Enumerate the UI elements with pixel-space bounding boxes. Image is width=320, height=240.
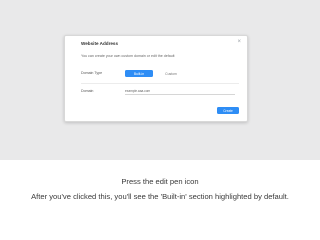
domain-input[interactable] bbox=[125, 88, 235, 95]
dialog-instruction: You can create your own custom domain or… bbox=[81, 54, 175, 58]
website-address-dialog: Website Address × You can create your ow… bbox=[64, 35, 248, 122]
built-in-button[interactable]: Built-in bbox=[125, 70, 153, 77]
caption-body: After you've clicked this, you'll see th… bbox=[31, 192, 289, 201]
close-icon[interactable]: × bbox=[237, 39, 241, 45]
screenshot-backdrop: Website Address × You can create your ow… bbox=[0, 0, 320, 160]
domain-label: Domain bbox=[81, 89, 94, 93]
caption-title: Press the edit pen icon bbox=[121, 177, 199, 186]
create-button[interactable]: Create bbox=[217, 107, 239, 114]
custom-button[interactable]: Custom bbox=[157, 70, 185, 77]
divider bbox=[81, 83, 239, 84]
domain-type-label: Domain Type bbox=[81, 71, 103, 75]
dialog-title: Website Address bbox=[81, 41, 119, 46]
